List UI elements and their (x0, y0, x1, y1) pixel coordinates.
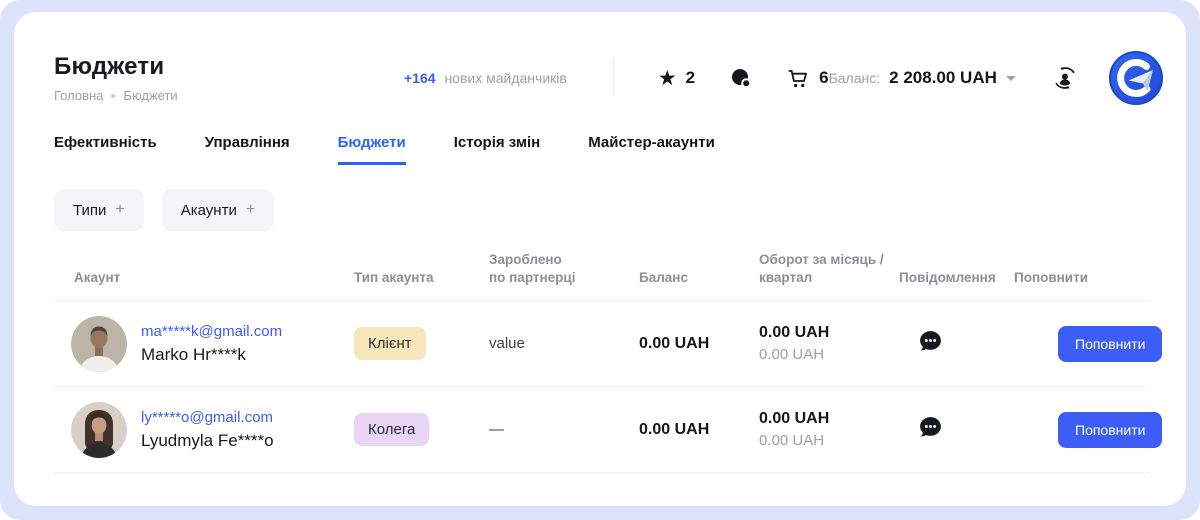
account-type-badge: Колега (354, 413, 429, 446)
messages-cell (889, 414, 1004, 446)
tab-history[interactable]: Історія змін (454, 134, 540, 165)
col-header-type: Тип акаунта (344, 269, 479, 287)
col-header-messages: Повідомлення (889, 269, 1004, 287)
new-platforms-count: +164 (404, 70, 436, 86)
filter-types-label: Типи (73, 202, 106, 219)
messages-cell (889, 328, 1004, 360)
topup-cell: Поповнити (1004, 412, 1162, 448)
account-type-badge: Клієнт (354, 327, 426, 360)
cart-icon (787, 67, 810, 90)
filter-types-button[interactable]: Типи + (54, 189, 144, 231)
type-cell: Колега (344, 413, 479, 446)
main-card: Бюджети Головна Бюджети +164 нових майда… (14, 12, 1186, 506)
plus-icon: + (246, 201, 255, 219)
avatar (71, 402, 127, 458)
message-bubble-icon[interactable] (917, 328, 944, 355)
tab-efficiency[interactable]: Ефективність (54, 134, 157, 165)
chat-icon (729, 66, 753, 90)
tab-management[interactable]: Управління (205, 134, 290, 165)
balance-label: Баланс: (829, 70, 881, 86)
chat-button[interactable] (729, 66, 753, 90)
page-header: Бюджети Головна Бюджети +164 нових майда… (54, 50, 1150, 106)
topup-cell: Поповнити (1004, 326, 1162, 362)
message-bubble-icon[interactable] (917, 414, 944, 441)
col-header-balance: Баланс (629, 269, 749, 287)
account-email-link[interactable]: ma*****k@gmail.com (141, 323, 282, 340)
breadcrumb-home[interactable]: Головна (54, 88, 103, 103)
breadcrumb-current: Бюджети (123, 88, 177, 103)
favorites-counter[interactable]: ★ 2 (658, 68, 695, 89)
account-cell: ma*****k@gmail.com Marko Hr****k (54, 316, 344, 372)
filter-accounts-label: Акаунти (181, 202, 237, 219)
table-row: ma*****k@gmail.com Marko Hr****k Клієнт … (54, 301, 1150, 387)
col-header-turnover: Оборот за місяць / квартал (749, 251, 889, 287)
col-header-earned: Зароблено по партнерці (479, 251, 629, 287)
balance-cell: 0.00 UAH (629, 421, 749, 439)
filter-accounts-button[interactable]: Акаунти + (162, 189, 274, 231)
cart-count: 6 (819, 68, 828, 88)
table-header-row: Акаунт Тип акаунта Зароблено по партнерц… (54, 251, 1150, 301)
turnover-quarter: 0.00 UAH (759, 346, 889, 363)
account-name: Lyudmyla Fe****o (141, 431, 274, 451)
account-text: ma*****k@gmail.com Marko Hr****k (141, 323, 282, 365)
account-name: Marko Hr****k (141, 345, 282, 365)
header-counters: ★ 2 6 (658, 66, 829, 90)
turnover-quarter: 0.00 UAH (759, 432, 889, 449)
section-tabs: Ефективність Управління Бюджети Історія … (54, 134, 1150, 165)
support-button[interactable] (1050, 63, 1080, 93)
chevron-down-icon (1006, 76, 1016, 81)
new-platforms-label: нових майданчиків (444, 70, 566, 86)
balance-value: 2 208.00 UAH (889, 68, 997, 88)
title-block: Бюджети Головна Бюджети (54, 53, 374, 103)
turnover-month: 0.00 UAH (759, 324, 889, 342)
plus-icon: + (115, 201, 124, 219)
col-header-account: Акаунт (54, 269, 344, 287)
breadcrumb: Головна Бюджети (54, 88, 374, 103)
topup-button[interactable]: Поповнити (1058, 326, 1162, 362)
col-header-topup: Поповнити (1004, 269, 1150, 287)
cart-counter[interactable]: 6 (787, 67, 828, 90)
earned-cell: — (479, 421, 629, 438)
breadcrumb-separator (111, 94, 115, 98)
filters: Типи + Акаунти + (54, 189, 1150, 231)
table-row: ly*****o@gmail.com Lyudmyla Fe****o Коле… (54, 387, 1150, 473)
turnover-cell: 0.00 UAH 0.00 UAH (749, 410, 889, 449)
turnover-month: 0.00 UAH (759, 410, 889, 428)
topup-button[interactable]: Поповнити (1058, 412, 1162, 448)
account-cell: ly*****o@gmail.com Lyudmyla Fe****o (54, 402, 344, 458)
support-rotation-icon (1050, 63, 1080, 93)
star-icon: ★ (658, 68, 677, 89)
account-email-link[interactable]: ly*****o@gmail.com (141, 409, 274, 426)
balance-cell: 0.00 UAH (629, 335, 749, 353)
tab-budgets[interactable]: Бюджети (338, 134, 406, 165)
page-title: Бюджети (54, 53, 374, 81)
new-platforms-note[interactable]: +164 нових майданчиків (404, 70, 567, 86)
favorites-count: 2 (686, 68, 695, 88)
header-divider (613, 59, 614, 97)
accounts-table: Акаунт Тип акаунта Зароблено по партнерц… (54, 251, 1150, 473)
type-cell: Клієнт (344, 327, 479, 360)
avatar (71, 316, 127, 372)
app-logo[interactable] (1108, 50, 1164, 106)
tab-master-accounts[interactable]: Майстер-акаунти (588, 134, 715, 165)
account-text: ly*****o@gmail.com Lyudmyla Fe****o (141, 409, 274, 451)
app-background-frame: Бюджети Головна Бюджети +164 нових майда… (0, 0, 1200, 520)
earned-cell: value (479, 335, 629, 352)
turnover-cell: 0.00 UAH 0.00 UAH (749, 324, 889, 363)
balance-dropdown[interactable]: Баланс: 2 208.00 UAH (829, 68, 1016, 88)
